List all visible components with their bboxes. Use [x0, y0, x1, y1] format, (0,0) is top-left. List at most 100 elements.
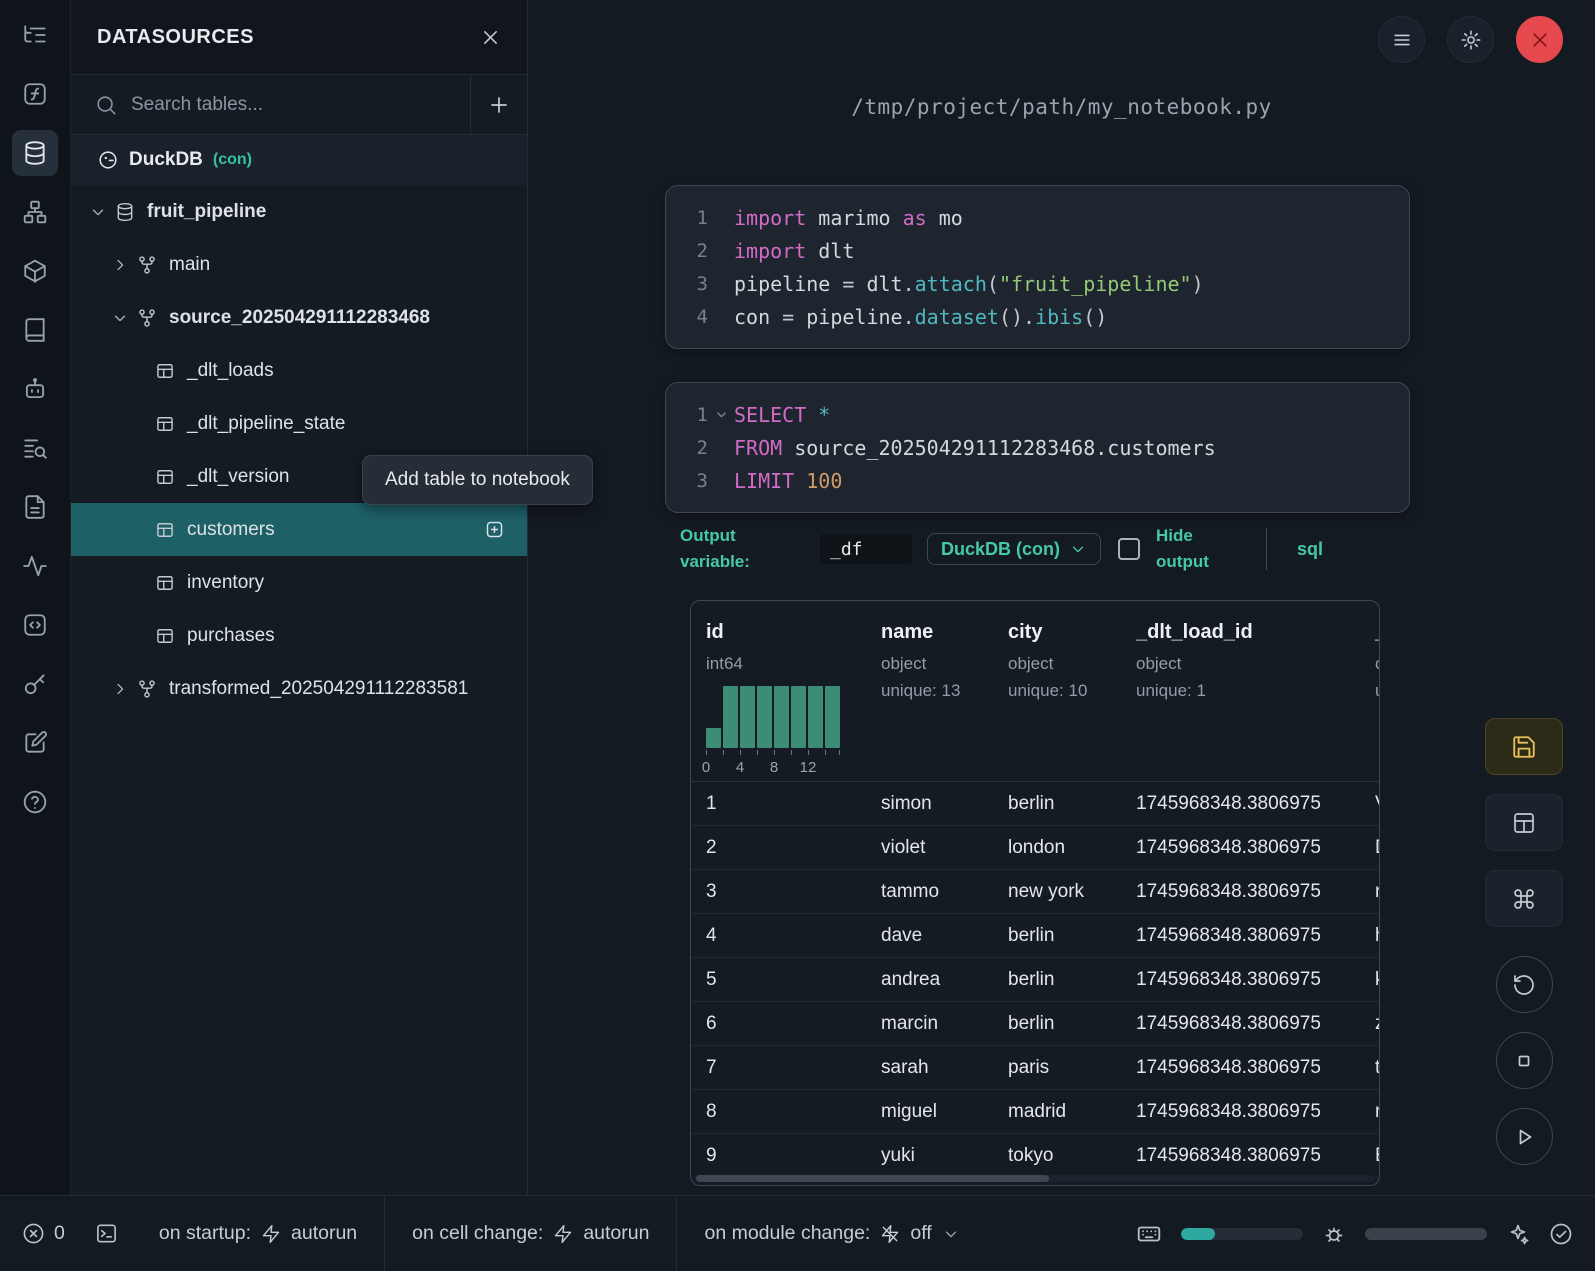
width-slider[interactable] [1365, 1228, 1487, 1240]
table-row[interactable]: 2violetlondon1745968348.3806975D [691, 826, 1379, 870]
tree-item-inventory[interactable]: inventory [71, 556, 527, 609]
variables-icon[interactable] [12, 425, 58, 471]
tree-item-transformed_202504291112283581[interactable]: transformed_202504291112283581 [71, 662, 527, 715]
tree-item-label: source_202504291112283468 [169, 307, 430, 329]
shutdown-button[interactable] [1516, 16, 1563, 63]
scratchpad-icon[interactable] [12, 720, 58, 766]
tree-item-_dlt_pipeline_state[interactable]: _dlt_pipeline_state [71, 397, 527, 450]
font-size-slider[interactable] [1181, 1228, 1303, 1240]
functions-icon[interactable] [12, 71, 58, 117]
run-cell-button[interactable] [1496, 1108, 1553, 1165]
datasources-icon[interactable] [12, 130, 58, 176]
undo-button[interactable] [1496, 956, 1553, 1013]
output-variable-input[interactable] [820, 534, 912, 564]
sql-code-editor[interactable]: 1SELECT *2FROM source_202504291112283468… [665, 382, 1410, 513]
column-header-_dlt_id[interactable]: _dlt_idobjectunique: 13 [1375, 601, 1380, 781]
table-horizontal-scrollbar[interactable] [696, 1175, 1374, 1182]
table-row[interactable]: 4daveberlin1745968348.3806975h [691, 914, 1379, 958]
terminal-icon[interactable] [95, 1222, 118, 1245]
table-row[interactable]: 3tammonew york1745968348.3806975n [691, 870, 1379, 914]
startup-setting[interactable]: on startup:autorun [132, 1196, 384, 1271]
chevron-right-icon[interactable] [111, 256, 137, 274]
tree-item-fruit_pipeline[interactable]: fruit_pipeline [71, 185, 527, 238]
search-tables-input[interactable] [131, 94, 470, 116]
add-table-to-notebook-button[interactable] [484, 519, 505, 540]
engine-select-dropdown[interactable]: DuckDB (con) [927, 533, 1101, 565]
line-number: 1 [666, 404, 708, 426]
code-line[interactable]: 2import dlt [666, 234, 1409, 267]
documentation-icon[interactable] [12, 484, 58, 530]
tree-item-main[interactable]: main [71, 238, 527, 291]
status-left: 0 [22, 1222, 132, 1245]
tree-item-_dlt_loads[interactable]: _dlt_loads [71, 344, 527, 397]
connection-status-icon[interactable] [1549, 1222, 1573, 1246]
stop-kernel-button[interactable] [1496, 1032, 1553, 1089]
tree-item-customers[interactable]: customers [71, 503, 527, 556]
language-badge: sql [1297, 539, 1323, 560]
add-database-button[interactable] [470, 75, 527, 134]
table-icon [155, 467, 186, 487]
layout-select-button[interactable] [1485, 794, 1563, 851]
keyboard-icon[interactable] [1136, 1221, 1162, 1247]
debug-bug-icon[interactable] [1322, 1222, 1346, 1246]
stop-icon [1512, 1049, 1536, 1073]
column-header-name[interactable]: nameobjectunique: 13 [881, 601, 1008, 781]
snippets-icon[interactable] [12, 602, 58, 648]
zap-icon [261, 1224, 281, 1244]
tree-item-label: _dlt_loads [187, 360, 274, 382]
table-icon [155, 414, 186, 434]
sql-cell[interactable]: 1SELECT *2FROM source_202504291112283468… [665, 382, 1410, 576]
engine-connection-badge: (con) [213, 151, 252, 169]
engine-select-value: DuckDB (con) [941, 539, 1060, 560]
chevron-right-icon[interactable] [111, 680, 137, 698]
chevron-down-icon[interactable] [111, 309, 137, 327]
code-line[interactable]: 1import marimo as mo [666, 201, 1409, 234]
secrets-icon[interactable] [12, 661, 58, 707]
python-cell[interactable]: 1import marimo as mo2import dlt3pipeline… [665, 185, 1410, 349]
packages-icon[interactable] [12, 248, 58, 294]
code-line[interactable]: 3LIMIT 100 [666, 464, 1409, 497]
help-icon[interactable] [12, 779, 58, 825]
tracebacks-icon[interactable] [12, 543, 58, 589]
python-code-editor[interactable]: 1import marimo as mo2import dlt3pipeline… [665, 185, 1410, 349]
table-row[interactable]: 7sarahparis1745968348.3806975t [691, 1046, 1379, 1090]
table-row[interactable]: 6marcinberlin1745968348.3806975z [691, 1002, 1379, 1046]
table-row[interactable]: 8miguelmadrid1745968348.3806975r [691, 1090, 1379, 1134]
column-header-_dlt_load_id[interactable]: _dlt_load_idobjectunique: 1 [1136, 601, 1375, 781]
engine-row-duckdb[interactable]: DuckDB (con) [71, 135, 527, 185]
save-button[interactable] [1485, 718, 1563, 775]
tree-item-source_202504291112283468[interactable]: source_202504291112283468 [71, 291, 527, 344]
chevron-down-icon[interactable] [89, 203, 115, 221]
column-header-id[interactable]: idint6404812 [691, 601, 881, 781]
code-line[interactable]: 4con = pipeline.dataset().ibis() [666, 300, 1409, 333]
tree-item-label: customers [187, 519, 275, 541]
table-row[interactable]: 9yukitokyo1745968348.3806975E [691, 1134, 1379, 1178]
module-change-setting[interactable]: on module change:off [676, 1196, 986, 1271]
notebook-outline-icon[interactable] [12, 307, 58, 353]
code-line[interactable]: 2FROM source_202504291112283468.customer… [666, 431, 1409, 464]
tree-item-purchases[interactable]: purchases [71, 609, 527, 662]
notebook-menu-button[interactable] [1378, 16, 1425, 63]
hide-output-checkbox[interactable] [1118, 538, 1140, 560]
close-panel-button[interactable] [480, 27, 501, 48]
fold-chevron-icon[interactable] [708, 407, 734, 422]
tree-item-label: transformed_202504291112283581 [169, 678, 468, 700]
tree-item-label: _dlt_version [187, 466, 289, 488]
ai-sparkles-icon[interactable] [1506, 1222, 1530, 1246]
ai-chat-icon[interactable] [12, 366, 58, 412]
line-number: 2 [666, 437, 708, 459]
scrollbar-thumb[interactable] [696, 1175, 1049, 1182]
column-header-city[interactable]: cityobjectunique: 10 [1008, 601, 1136, 781]
command-palette-button[interactable] [1485, 870, 1563, 927]
error-count: 0 [54, 1222, 65, 1245]
dependency-graph-icon[interactable] [12, 189, 58, 235]
settings-button[interactable] [1447, 16, 1494, 63]
table-row[interactable]: 1simonberlin1745968348.3806975V [691, 782, 1379, 826]
file-explorer-icon[interactable] [12, 12, 58, 58]
code-line[interactable]: 1SELECT * [666, 398, 1409, 431]
cell-change-setting[interactable]: on cell change:autorun [384, 1196, 676, 1271]
errors-icon[interactable] [22, 1222, 45, 1245]
code-line[interactable]: 3pipeline = dlt.attach("fruit_pipeline") [666, 267, 1409, 300]
table-row[interactable]: 5andreaberlin1745968348.3806975k [691, 958, 1379, 1002]
command-icon [1512, 887, 1536, 911]
